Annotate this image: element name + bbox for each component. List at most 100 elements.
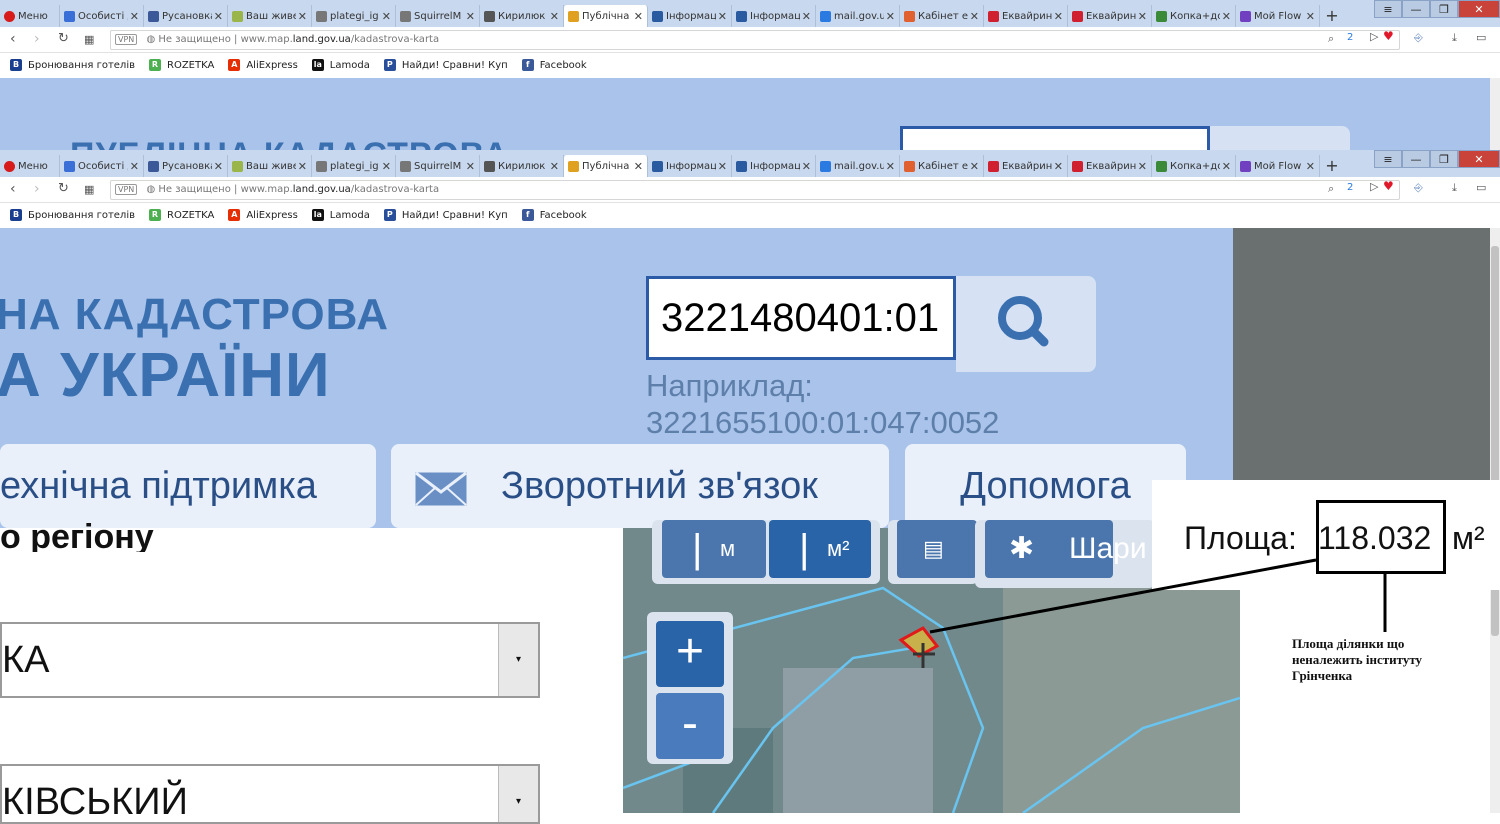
tech-support-button[interactable]: ехнічна підтримка (0, 444, 376, 528)
browser-tab[interactable]: Мой Flow ✕ (1236, 5, 1320, 27)
speed-dial-icon[interactable]: ▦ (84, 33, 94, 46)
speed-dial-icon[interactable]: ▦ (84, 183, 94, 196)
close-tab-icon[interactable]: ✕ (382, 160, 391, 173)
close-tab-icon[interactable]: ✕ (802, 160, 811, 173)
close-tab-icon[interactable]: ✕ (1054, 10, 1063, 23)
opera-menu-button[interactable]: Меню (0, 5, 60, 27)
bookmark-item[interactable]: B Бронювання готелів (10, 209, 135, 221)
browser-tab[interactable]: Особисті д✕ (60, 155, 144, 177)
browser-tab[interactable]: Еквайрин ✕ (984, 155, 1068, 177)
close-tab-icon[interactable]: ✕ (886, 160, 895, 173)
bookmark-item[interactable]: f Facebook (521, 59, 587, 71)
browser-tab[interactable]: Кабінет е ✕ (900, 155, 984, 177)
close-tab-icon[interactable]: ✕ (718, 160, 727, 173)
minimize-button[interactable]: — (1402, 150, 1430, 168)
search-button[interactable] (956, 276, 1096, 372)
browser-tab[interactable]: SquirrelM ✕ (396, 155, 480, 177)
browser-tab[interactable]: plategi_ig ✕ (312, 155, 396, 177)
close-button[interactable]: ✕ (1458, 0, 1500, 18)
close-tab-icon[interactable]: ✕ (718, 10, 727, 23)
browser-tab[interactable]: Еквайрин ✕ (1068, 155, 1152, 177)
snap-icon[interactable]: ⎆ (1414, 31, 1423, 45)
bookmark-item[interactable]: A AliExpress (228, 59, 298, 71)
close-tab-icon[interactable]: ✕ (1222, 160, 1231, 173)
browser-tab[interactable]: Копка+до ✕ (1152, 5, 1236, 27)
browser-tab[interactable]: mail.gov.u ✕ (816, 155, 900, 177)
browser-tab[interactable]: Кирилюк ✕ (480, 5, 564, 27)
maximize-button[interactable]: ❐ (1430, 150, 1458, 168)
browser-tab[interactable]: Кирилюк ✕ (480, 155, 564, 177)
close-tab-icon[interactable]: ✕ (970, 10, 979, 23)
close-tab-icon[interactable]: ✕ (382, 10, 391, 23)
feedback-button[interactable]: Зворотний зв'язок (391, 444, 889, 528)
close-tab-icon[interactable]: ✕ (1222, 10, 1231, 23)
browser-tab[interactable]: Мой Flow ✕ (1236, 155, 1320, 177)
close-tab-icon[interactable]: ✕ (1138, 10, 1147, 23)
download-icon[interactable]: ⤓ (1452, 31, 1457, 45)
heart-icon[interactable]: ♥ (1383, 179, 1394, 193)
zoom-in-button[interactable]: + (656, 621, 724, 687)
chevron-down-icon[interactable]: ▾ (498, 766, 538, 822)
bookmark-item[interactable]: la Lamoda (311, 59, 370, 71)
browser-tab[interactable]: mail.gov.u ✕ (816, 5, 900, 27)
browser-tab[interactable]: Русановка ✕ (144, 155, 228, 177)
close-tab-icon[interactable]: ✕ (1138, 160, 1147, 173)
snap-icon[interactable]: ⎆ (1414, 181, 1423, 195)
measure-area-button[interactable]: | м² (769, 520, 871, 578)
district-select[interactable]: КІВСЬКИЙ ▾ (0, 764, 540, 824)
close-tab-icon[interactable]: ✕ (634, 160, 643, 173)
close-tab-icon[interactable]: ✕ (634, 10, 643, 23)
close-tab-icon[interactable]: ✕ (550, 10, 559, 23)
bookmark-item[interactable]: A AliExpress (228, 209, 298, 221)
send-icon[interactable]: ▷ (1370, 180, 1378, 193)
close-tab-icon[interactable]: ✕ (802, 10, 811, 23)
bookmark-item[interactable]: B Бронювання готелів (10, 59, 135, 71)
search-input-background[interactable] (900, 126, 1210, 150)
search-icon[interactable]: ⌕ (1328, 32, 1334, 46)
browser-tab[interactable]: Інформац ✕ (732, 155, 816, 177)
forward-icon[interactable]: › (34, 181, 40, 197)
browser-tab[interactable]: Русановка ✕ (144, 5, 228, 27)
close-tab-icon[interactable]: ✕ (466, 10, 475, 23)
bookmark-item[interactable]: R ROZETKA (149, 59, 214, 71)
back-icon[interactable]: ‹ (10, 181, 16, 197)
tab-list-button[interactable]: ≡ (1374, 0, 1402, 18)
opera-menu-button[interactable]: Меню (0, 155, 60, 177)
bookmark-item[interactable]: P Найди! Сравни! Куп (383, 59, 508, 71)
close-button[interactable]: ✕ (1458, 150, 1500, 168)
new-tab-button[interactable]: + (1320, 5, 1344, 27)
heart-icon[interactable]: ♥ (1383, 29, 1394, 43)
close-tab-icon[interactable]: ✕ (466, 160, 475, 173)
close-tab-icon[interactable]: ✕ (886, 10, 895, 23)
browser-tab[interactable]: Ваш живе ✕ (228, 155, 312, 177)
reload-icon[interactable]: ↻ (58, 31, 69, 46)
close-tab-icon[interactable]: ✕ (130, 160, 139, 173)
cadastral-search-input[interactable]: 3221480401:01 (646, 276, 956, 360)
browser-tab[interactable]: Еквайрин ✕ (1068, 5, 1152, 27)
url-field[interactable]: VPN ◍ Не защищено | www.map.land.gov.ua/… (110, 30, 1400, 50)
reload-icon[interactable]: ↻ (58, 181, 69, 196)
download-icon[interactable]: ⤓ (1452, 181, 1457, 195)
browser-tab[interactable]: plategi_ig ✕ (312, 5, 396, 27)
browser-tab[interactable]: Ваш живе ✕ (228, 5, 312, 27)
close-tab-icon[interactable]: ✕ (298, 160, 307, 173)
send-icon[interactable]: ▷ (1370, 30, 1378, 43)
close-tab-icon[interactable]: ✕ (970, 160, 979, 173)
tab-list-button[interactable]: ≡ (1374, 150, 1402, 168)
zoom-out-button[interactable]: - (656, 693, 724, 759)
browser-tab[interactable]: Публічна ✕ (564, 155, 648, 177)
measure-length-button[interactable]: | м (662, 520, 766, 578)
browser-tab[interactable]: Кабінет е ✕ (900, 5, 984, 27)
browser-tab[interactable]: Публічна ✕ (564, 5, 648, 27)
minimize-button[interactable]: — (1402, 0, 1430, 18)
badge-count[interactable]: 2 (1347, 32, 1353, 43)
close-tab-icon[interactable]: ✕ (550, 160, 559, 173)
region-select[interactable]: КА ▾ (0, 622, 540, 698)
url-field[interactable]: VPN ◍ Не защищено | www.map.land.gov.ua/… (110, 180, 1400, 200)
bookmark-item[interactable]: P Найди! Сравни! Куп (383, 209, 508, 221)
close-tab-icon[interactable]: ✕ (298, 10, 307, 23)
browser-tab[interactable]: Інформац ✕ (648, 155, 732, 177)
badge-count[interactable]: 2 (1347, 182, 1353, 193)
bookmark-item[interactable]: R ROZETKA (149, 209, 214, 221)
battery-icon[interactable]: ▭ (1476, 181, 1486, 194)
